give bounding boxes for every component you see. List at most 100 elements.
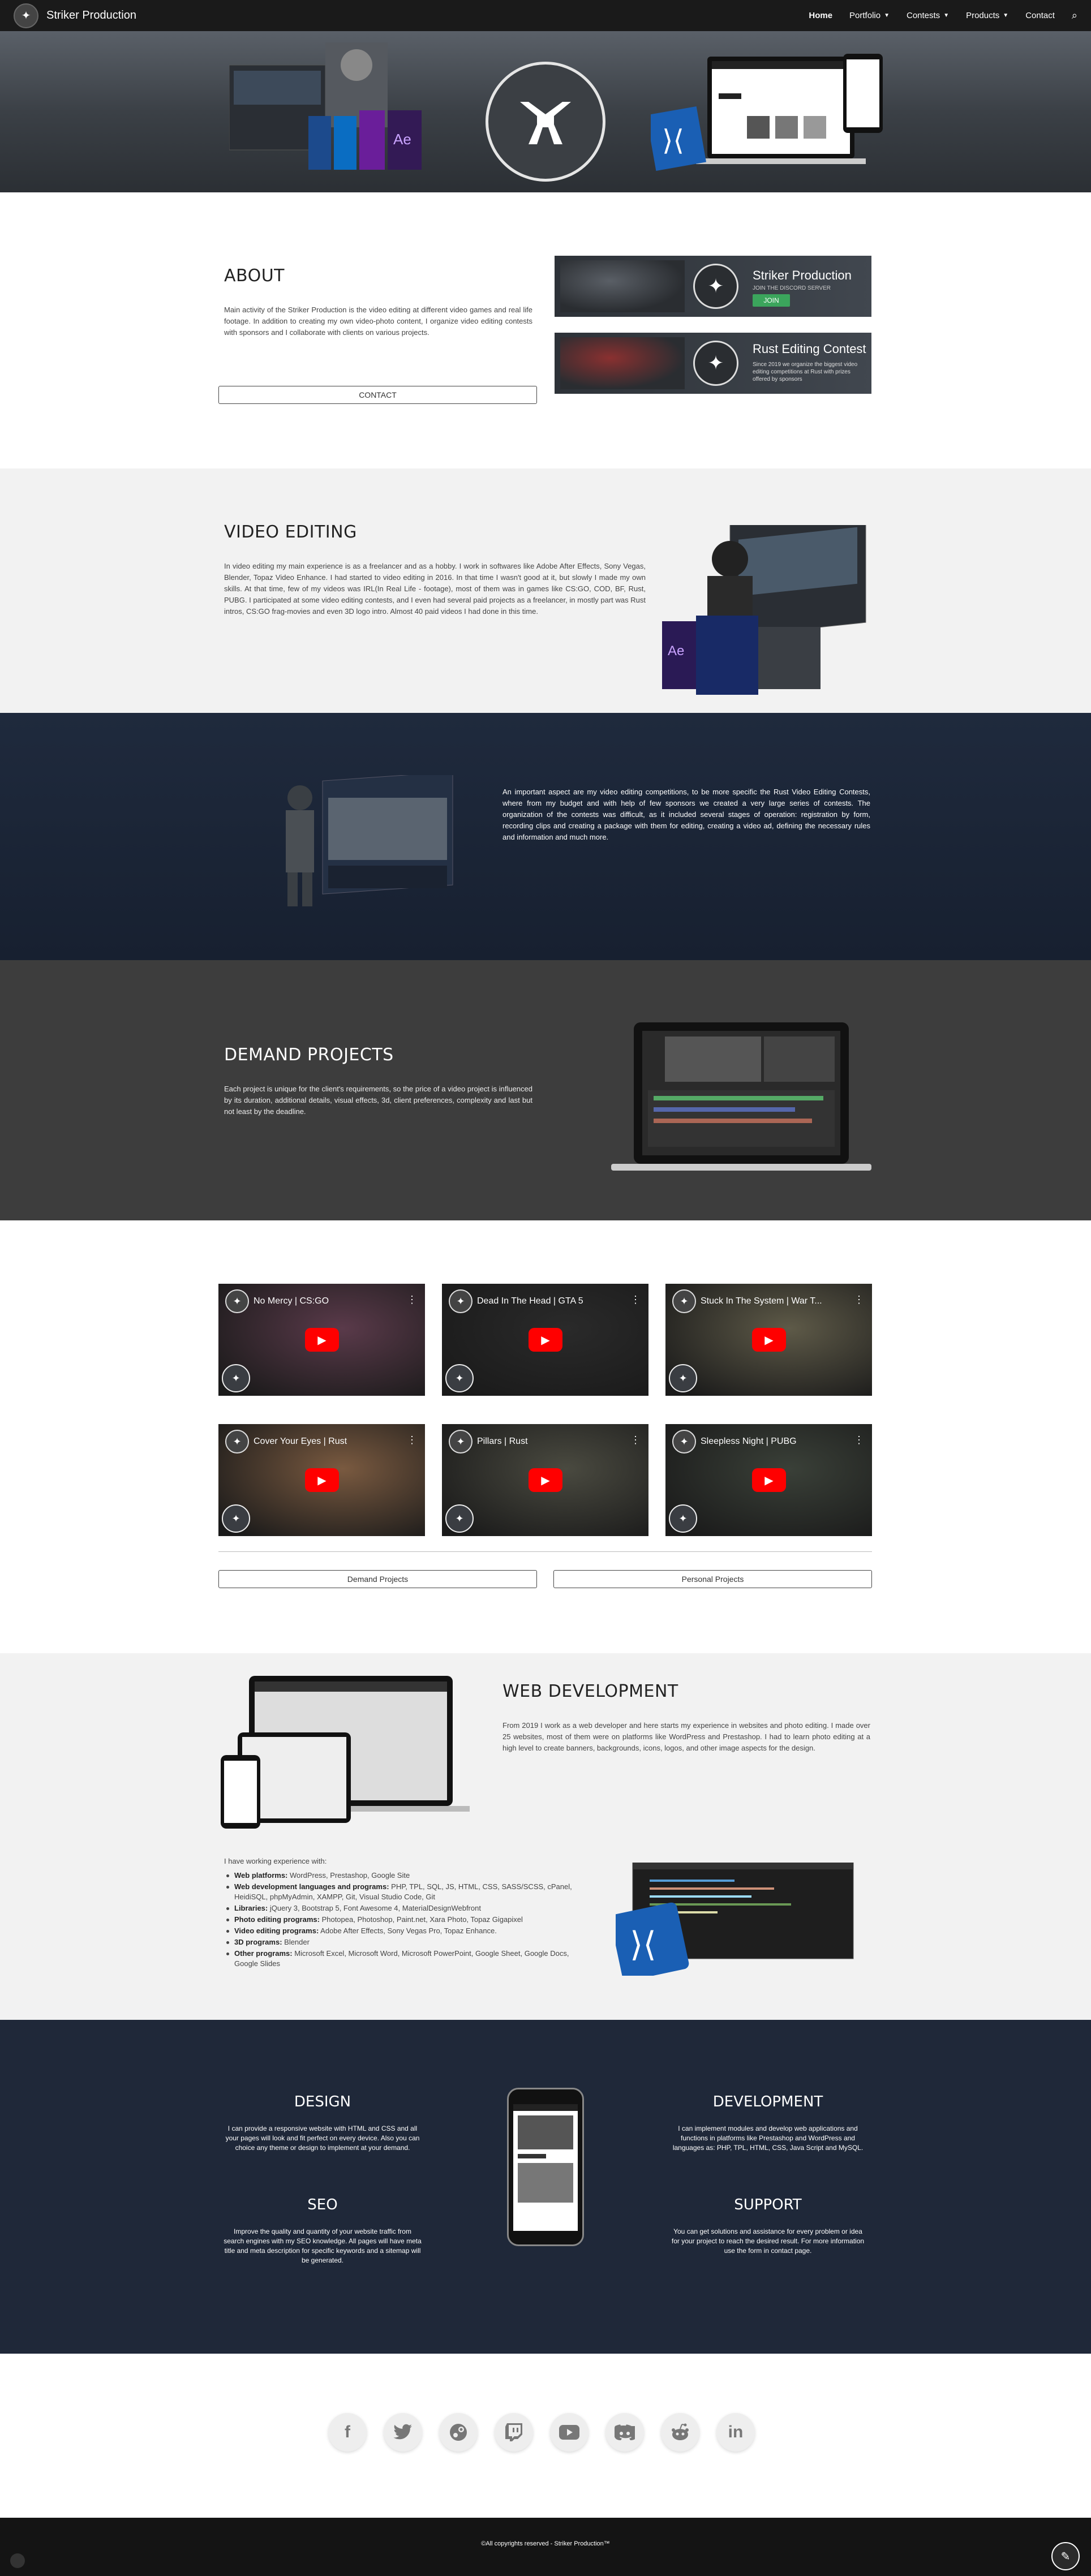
more-options-icon[interactable]: ⋮ (630, 1294, 641, 1306)
rust-soldier-image (560, 337, 685, 389)
nav-home[interactable]: Home (809, 11, 832, 20)
service-design-text: I can provide a responsive website with … (225, 2125, 420, 2152)
list-item: 3D programs: Blender (224, 1937, 586, 1947)
rust-contest-banner[interactable]: ✦ Rust Editing Contest Since 2019 we org… (555, 333, 871, 394)
facebook-icon[interactable]: f (328, 2413, 367, 2452)
list-item-key: Other programs: (234, 1949, 293, 1958)
nav-products[interactable]: Products ▼ (966, 11, 1008, 20)
more-options-icon[interactable]: ⋮ (854, 1434, 864, 1446)
list-item-value: Blender (282, 1938, 310, 1946)
brand[interactable]: ✦ Striker Production (14, 3, 136, 28)
video-thumbnail[interactable]: ✦ ✦ Cover Your Eyes | Rust ⋮ ▶ (218, 1424, 425, 1536)
list-item-value: Adobe After Effects, Sony Vegas Pro, Top… (319, 1926, 497, 1935)
striker-logo-icon: ✦ (445, 1504, 474, 1533)
nav-contests-label: Contests (906, 11, 940, 20)
video-thumbnail[interactable]: ✦ ✦ No Mercy | CS:GO ⋮ ▶ (218, 1284, 425, 1396)
personal-projects-button[interactable]: Personal Projects (553, 1570, 872, 1588)
search-icon[interactable]: ⌕ (1072, 10, 1077, 21)
video-title: Stuck In The System | War T... (701, 1296, 822, 1306)
list-item-key: Libraries: (234, 1904, 268, 1912)
list-item: Libraries: jQuery 3, Bootstrap 5, Font A… (224, 1903, 586, 1913)
service-seo-title: SEO (307, 2196, 338, 2213)
about-title: ABOUT (224, 266, 285, 286)
chevron-down-icon: ▼ (884, 12, 890, 19)
list-item: Web platforms: WordPress, Prestashop, Go… (224, 1870, 586, 1881)
responsive-devices-image (221, 1676, 470, 1829)
more-options-icon[interactable]: ⋮ (407, 1434, 417, 1446)
more-options-icon[interactable]: ⋮ (630, 1434, 641, 1446)
discord-banner-title: Striker Production (753, 268, 852, 282)
nav-home-label: Home (809, 11, 833, 20)
youtube-play-icon[interactable]: ▶ (529, 1468, 562, 1492)
nav-portfolio[interactable]: Portfolio ▼ (849, 11, 890, 20)
svg-text:⟩⟨: ⟩⟨ (662, 124, 684, 156)
more-options-icon[interactable]: ⋮ (407, 1294, 417, 1306)
list-item-key: Web development languages and programs: (234, 1882, 389, 1891)
linkedin-icon[interactable]: in (716, 2413, 755, 2452)
youtube-play-icon[interactable]: ▶ (752, 1468, 786, 1492)
video-title: Sleepless Night | PUBG (701, 1437, 797, 1446)
more-options-icon[interactable]: ⋮ (854, 1294, 864, 1306)
video-thumbnail[interactable]: ✦ ✦ Sleepless Night | PUBG ⋮ ▶ (665, 1424, 872, 1536)
youtube-play-icon[interactable]: ▶ (752, 1328, 786, 1352)
youtube-play-icon[interactable]: ▶ (305, 1468, 339, 1492)
striker-logo-icon (486, 62, 605, 182)
web-development-title: WEB DEVELOPMENT (502, 1682, 678, 1701)
nav-products-label: Products (966, 11, 1000, 20)
rust-editing-image (286, 775, 453, 906)
contact-button[interactable]: CONTACT (218, 386, 537, 404)
twitch-icon[interactable] (495, 2413, 533, 2452)
phone-screen (513, 2104, 578, 2231)
discord-banner[interactable]: ✦ Striker Production JOIN THE DISCORD SE… (555, 256, 871, 317)
social-section: f in (0, 2354, 1091, 2518)
discord-icon[interactable] (605, 2413, 644, 2452)
video-editing-title: VIDEO EDITING (224, 522, 357, 542)
discord-banner-subtitle: JOIN THE DISCORD SERVER (753, 285, 831, 291)
youtube-play-icon[interactable]: ▶ (305, 1328, 339, 1352)
youtube-play-icon[interactable]: ▶ (529, 1328, 562, 1352)
list-item-key: Web platforms: (234, 1871, 288, 1880)
youtube-icon[interactable] (550, 2413, 589, 2452)
rust-contests-text: An important aspect are my video editing… (502, 788, 870, 841)
video-editing-text: In video editing my main experience is a… (224, 562, 646, 616)
steam-icon[interactable] (439, 2413, 478, 2452)
twitter-icon[interactable] (384, 2413, 422, 2452)
divider (218, 1551, 872, 1552)
about-text: Main activity of the Striker Production … (224, 306, 532, 337)
channel-avatar-icon: ✦ (449, 1430, 473, 1453)
laptop-editing-image (611, 1022, 871, 1171)
service-design: DESIGN I can provide a responsive websit… (224, 2093, 422, 2153)
service-design-title: DESIGN (294, 2093, 351, 2110)
service-support-title: SUPPORT (734, 2196, 802, 2213)
nav-contests[interactable]: Contests ▼ (907, 11, 949, 20)
video-editing-section: VIDEO EDITING In video editing my main e… (0, 468, 1091, 713)
web-development-text: From 2019 I work as a web developer and … (502, 1721, 870, 1752)
striker-logo-icon: ✦ (669, 1364, 697, 1392)
demand-projects-title: DEMAND PROJECTS (224, 1045, 394, 1065)
video-thumbnail[interactable]: ✦ ✦ Stuck In The System | War T... ⋮ ▶ (665, 1284, 872, 1396)
video-thumbnail[interactable]: ✦ ✦ Pillars | Rust ⋮ ▶ (442, 1424, 648, 1536)
experience-list: Web platforms: WordPress, Prestashop, Go… (224, 1870, 586, 1970)
services-section: DESIGN I can provide a responsive websit… (0, 2020, 1091, 2354)
list-item-key: Video editing programs: (234, 1926, 319, 1935)
video-editing-image: Ae (662, 525, 866, 695)
discord-join-button[interactable]: JOIN (753, 294, 790, 307)
rust-banner-desc: Since 2019 we organize the biggest video… (753, 362, 858, 382)
channel-avatar-icon: ✦ (672, 1289, 696, 1313)
brand-name: Striker Production (46, 9, 136, 21)
demand-projects-text: Each project is unique for the client's … (224, 1085, 532, 1116)
edit-pencil-icon[interactable]: ✎ (1051, 2542, 1080, 2570)
demand-projects-button[interactable]: Demand Projects (218, 1570, 537, 1588)
page-info-icon[interactable] (10, 2553, 25, 2568)
nav-contact[interactable]: Contact (1025, 11, 1055, 20)
video-title: Pillars | Rust (477, 1437, 528, 1446)
svg-text:⟩⟨: ⟩⟨ (630, 1925, 656, 1963)
reddit-icon[interactable] (661, 2413, 699, 2452)
hero-software-collage: Ae (229, 42, 422, 170)
striker-logo-icon: ✦ (222, 1504, 250, 1533)
soldier-image (560, 260, 685, 312)
web-development-section: WEB DEVELOPMENT From 2019 I work as a we… (0, 1653, 1091, 2020)
video-thumbnail[interactable]: ✦ ✦ Dead In The Head | GTA 5 ⋮ ▶ (442, 1284, 648, 1396)
hero-devices-image: ⟩⟨ (651, 54, 883, 171)
brand-logo-icon: ✦ (14, 3, 38, 28)
